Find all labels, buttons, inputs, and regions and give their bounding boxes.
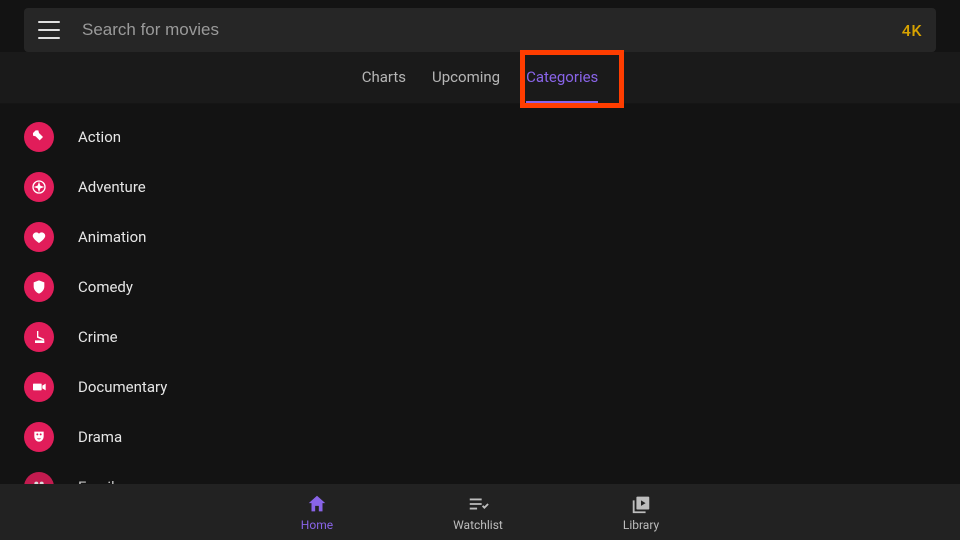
documentary-icon [24, 372, 54, 402]
category-label: Drama [78, 428, 122, 446]
nav-watchlist[interactable]: Watchlist [453, 493, 503, 532]
home-icon [306, 493, 328, 515]
category-family[interactable]: Family [24, 462, 960, 484]
category-documentary[interactable]: Documentary [24, 362, 960, 412]
nav-label: Home [301, 518, 333, 532]
category-crime[interactable]: Crime [24, 312, 960, 362]
nav-home[interactable]: Home [301, 493, 333, 532]
category-adventure[interactable]: Adventure [24, 162, 960, 212]
category-label: Action [78, 128, 121, 146]
tab-upcoming[interactable]: Upcoming [432, 52, 500, 103]
tab-label: Upcoming [432, 69, 500, 86]
nav-label: Watchlist [453, 518, 503, 532]
adventure-icon [24, 172, 54, 202]
watchlist-icon [467, 493, 489, 515]
tab-categories[interactable]: Categories [526, 52, 598, 103]
family-icon [24, 472, 54, 484]
category-label: Animation [78, 228, 146, 246]
comedy-icon [24, 272, 54, 302]
category-label: Comedy [78, 278, 133, 296]
crime-icon [24, 322, 54, 352]
search-bar: 4K [24, 8, 936, 52]
category-label: Adventure [78, 178, 146, 196]
library-icon [630, 493, 652, 515]
tab-strip: Charts Upcoming Categories [0, 52, 960, 104]
category-comedy[interactable]: Comedy [24, 262, 960, 312]
menu-icon[interactable] [38, 21, 60, 39]
badge-4k: 4K [902, 21, 922, 40]
category-animation[interactable]: Animation [24, 212, 960, 262]
animation-icon [24, 222, 54, 252]
category-drama[interactable]: Drama [24, 412, 960, 462]
category-label: Crime [78, 328, 118, 346]
category-list: Action Adventure Animation Comedy Crime … [0, 104, 960, 484]
tab-label: Charts [362, 69, 406, 86]
category-action[interactable]: Action [24, 112, 960, 162]
bottom-nav: Home Watchlist Library [0, 484, 960, 540]
category-label: Documentary [78, 378, 167, 396]
search-input[interactable] [82, 20, 902, 40]
drama-icon [24, 422, 54, 452]
nav-label: Library [623, 518, 659, 532]
nav-library[interactable]: Library [623, 493, 659, 532]
action-icon [24, 122, 54, 152]
tab-charts[interactable]: Charts [362, 52, 406, 103]
tab-label: Categories [526, 69, 598, 86]
